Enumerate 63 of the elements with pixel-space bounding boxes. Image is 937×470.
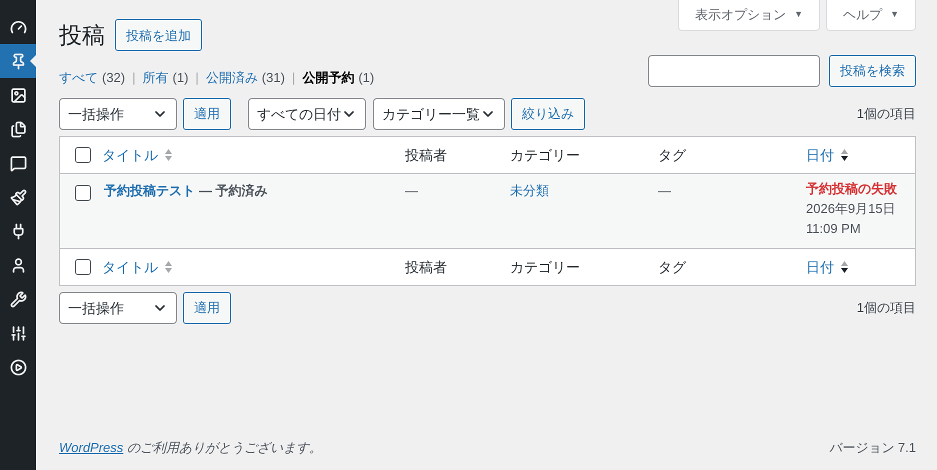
schedule-error: 予約投稿の失敗 (806, 180, 897, 198)
time-text: 11:09 PM (806, 220, 861, 238)
checkbox[interactable] (74, 259, 90, 275)
user-icon (10, 256, 26, 274)
version-text: バージョン 7.1 (829, 438, 916, 456)
play-icon (10, 358, 26, 376)
comment-icon (10, 154, 26, 172)
table-cell: — (658, 183, 671, 198)
column-header: タグ (658, 258, 686, 276)
screen-tab[interactable]: 表示オプション ▼ (678, 0, 820, 31)
status-filter-link[interactable]: 公開済み (206, 68, 258, 87)
secondary-button[interactable]: 絞り込み (511, 98, 585, 130)
secondary-button[interactable]: 適用 (183, 98, 231, 130)
separator: | (195, 68, 199, 87)
count: (31) (262, 68, 285, 87)
dropdown[interactable]: 一括操作 (59, 98, 177, 130)
column-header[interactable]: タイトル (102, 256, 158, 278)
search-field[interactable] (648, 54, 820, 86)
status-filter-link[interactable]: すべて (59, 68, 98, 87)
table-cell: — (405, 183, 418, 198)
status-filter-link[interactable]: 公開予約 (302, 68, 354, 87)
count: (32) (102, 68, 126, 87)
sliders-icon (10, 324, 26, 342)
column-header: 投稿者 (405, 146, 447, 164)
page-title: 投稿 (59, 21, 105, 50)
wordpress-link[interactable]: WordPress (59, 440, 124, 454)
category-link[interactable]: 未分類 (510, 183, 549, 198)
post-title-link[interactable]: 予約投稿テスト (104, 183, 195, 198)
wrench-icon (10, 290, 26, 308)
column-header: カテゴリー (510, 146, 580, 164)
column-header: タグ (658, 146, 686, 164)
pin-icon (10, 52, 26, 70)
separator: | (132, 68, 136, 87)
caret-icon: ▼ (890, 8, 899, 22)
column-header[interactable]: 日付 (806, 144, 834, 166)
checkbox[interactable] (74, 185, 90, 201)
status-filter-link[interactable]: 所有 (142, 68, 169, 87)
column-header: カテゴリー (510, 258, 580, 276)
dropdown[interactable]: カテゴリー一覧 (373, 98, 505, 130)
dropdown[interactable]: すべての日付 (248, 98, 366, 130)
brush-icon (10, 188, 26, 206)
item-count: 1個の項目 (856, 299, 916, 318)
column-header[interactable]: 日付 (806, 256, 834, 278)
count: (1) (358, 68, 374, 87)
count: (1) (172, 68, 188, 87)
checkbox[interactable] (74, 147, 90, 163)
separator: | (292, 68, 296, 87)
screen-tab[interactable]: ヘルプ ▼ (826, 0, 916, 31)
column-header: 投稿者 (405, 258, 447, 276)
secondary-button[interactable]: 投稿を検索 (829, 54, 916, 86)
date-text: 2026年9月15日 (806, 200, 896, 218)
dropdown[interactable]: 一括操作 (59, 292, 177, 324)
secondary-button[interactable]: 投稿を追加 (115, 19, 202, 52)
current-notch (30, 55, 36, 67)
post-state: — 予約済み (199, 183, 268, 198)
item-count: 1個の項目 (856, 105, 916, 124)
column-header[interactable]: タイトル (102, 144, 158, 166)
pages-icon (10, 120, 26, 138)
image-icon (10, 86, 26, 104)
footer-text: WordPress のご利用ありがとうございます。 (59, 438, 322, 456)
secondary-button[interactable]: 適用 (183, 292, 231, 324)
gauge-icon (10, 18, 26, 36)
caret-icon: ▼ (794, 8, 804, 22)
